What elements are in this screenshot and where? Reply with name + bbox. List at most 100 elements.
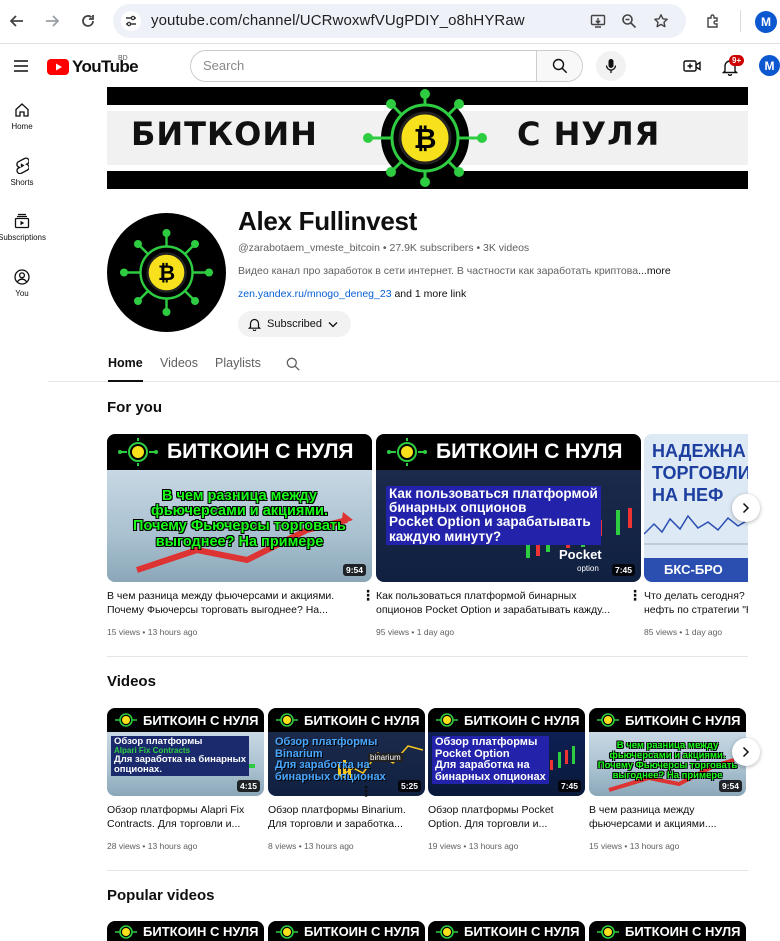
- install-app-icon[interactable]: [588, 11, 608, 31]
- tab-playlists[interactable]: Playlists: [215, 356, 261, 370]
- extensions-icon[interactable]: [702, 10, 724, 32]
- video-duration: 7:45: [611, 564, 635, 576]
- sidebar-item-shorts[interactable]: Shorts: [0, 157, 44, 187]
- video-title[interactable]: Обзор платформы Alapri Fix Contracts. Дл…: [107, 803, 257, 831]
- bitcoin-gear-icon: [597, 925, 619, 939]
- toolbar-divider: [740, 10, 741, 32]
- search-icon: [286, 357, 300, 371]
- video-title[interactable]: Обзор платформы Pocket Option. Для торго…: [428, 803, 573, 831]
- sidebar-item-label: Subscriptions: [0, 233, 47, 242]
- forward-icon[interactable]: [41, 10, 63, 32]
- bitcoin-gear-icon: [118, 438, 158, 466]
- video-thumbnail[interactable]: БИТКОИН С НУЛЯ: [107, 921, 264, 941]
- video-thumbnail[interactable]: БИТКОИН С НУЛЯ: [268, 921, 425, 941]
- banner-right-text: С НУЛЯ: [517, 115, 661, 153]
- you-icon: [14, 269, 30, 285]
- more-links[interactable]: and 1 more link: [394, 288, 466, 300]
- bitcoin-gear-icon: [436, 713, 458, 727]
- channel-description[interactable]: Видео канал про заработок в сети интерне…: [238, 265, 688, 277]
- next-button[interactable]: [732, 494, 760, 522]
- video-thumbnail[interactable]: БИТКОИН С НУЛЯ Обзор платформы Alpari Fi…: [107, 708, 264, 796]
- video-duration: 9:54: [718, 780, 742, 792]
- video-title[interactable]: В чем разница между фьючерсами и акциями…: [107, 589, 362, 617]
- banner-left-text: БИТКОИН: [131, 115, 318, 153]
- binarium-badge: binarium: [368, 753, 403, 762]
- thumbnail-caption: Обзор платформы Pocket Option Для зарабо…: [432, 736, 549, 785]
- back-icon[interactable]: [6, 10, 28, 32]
- video-title[interactable]: В чем разница между фьючерсами и акциями…: [589, 803, 734, 831]
- pocket-option-logo: Pocket option: [559, 547, 602, 573]
- video-thumbnail[interactable]: БИТКОИН С НУЛЯ Обзор платформы Binarium …: [268, 708, 425, 796]
- search-icon: [552, 58, 567, 74]
- section-title-popular: Popular videos: [107, 887, 215, 904]
- channel-name: Alex Fullinvest: [238, 206, 417, 236]
- description-text: Видео канал про заработок в сети интерне…: [238, 265, 639, 277]
- bookmark-star-icon[interactable]: [651, 11, 671, 31]
- video-meta: 85 views • 1 day ago: [644, 627, 723, 637]
- video-title[interactable]: Как пользоваться платформой бинарных опц…: [376, 589, 626, 617]
- video-thumbnail[interactable]: БИТКОИН С НУЛЯ Как пользоваться платформ…: [376, 434, 641, 582]
- video-thumbnail[interactable]: БИТКОИН С НУЛЯ Обзор платформы Pocket Op…: [428, 708, 585, 796]
- next-button[interactable]: [732, 738, 760, 766]
- bitcoin-gear-logo-icon: ₿: [363, 89, 487, 187]
- svg-text:₿: ₿: [158, 261, 175, 285]
- tab-home[interactable]: Home: [108, 356, 143, 370]
- sidebar-item-home[interactable]: Home: [0, 102, 44, 131]
- reload-icon[interactable]: [77, 10, 99, 32]
- video-thumbnail[interactable]: БИТКОИН С НУЛЯ: [589, 921, 746, 941]
- logo-text: YouTube: [72, 57, 139, 76]
- menu-icon[interactable]: [10, 56, 32, 76]
- subscribed-button[interactable]: Subscribed: [238, 311, 351, 337]
- subscriptions-icon: [14, 213, 30, 229]
- home-icon: [15, 103, 29, 117]
- video-thumbnail[interactable]: БИТКОИН С НУЛЯ: [428, 921, 585, 941]
- create-video-icon: [683, 60, 701, 72]
- search-button[interactable]: [536, 51, 582, 81]
- shorts-icon: [16, 157, 29, 174]
- video-thumbnail[interactable]: БИТКОИН С НУЛЯ В чем разница между фьюче…: [107, 434, 372, 582]
- more-actions-icon[interactable]: ⋮: [628, 588, 642, 602]
- more-actions-icon[interactable]: ⋮: [361, 588, 375, 602]
- search-input[interactable]: Search: [191, 51, 536, 81]
- video-duration: 5:25: [397, 780, 421, 792]
- thumbnail-caption: НАДЕЖНА ТОРГОВЛИ НА НЕФ: [652, 441, 748, 505]
- channel-links: zen.yandex.ru/mnogo_deneg_23 and 1 more …: [238, 288, 466, 300]
- bitcoin-gear-icon: [276, 925, 298, 939]
- video-meta: 19 views • 13 hours ago: [428, 841, 519, 851]
- channel-tabs: Home Videos Playlists: [48, 348, 780, 382]
- video-meta: 15 views • 13 hours ago: [589, 841, 680, 851]
- chevron-right-icon: [742, 502, 750, 514]
- bitcoin-gear-icon: [597, 713, 619, 727]
- browser-profile-avatar[interactable]: M: [755, 11, 777, 33]
- chevron-right-icon: [742, 746, 750, 758]
- channel-avatar[interactable]: ₿: [107, 213, 226, 332]
- more-actions-icon[interactable]: ⋮: [359, 784, 373, 798]
- sidebar-item-you[interactable]: You: [0, 269, 44, 298]
- youtube-logo-icon: [47, 59, 69, 75]
- video-thumbnail[interactable]: БИТКОИН С НУЛЯ В чем разница между фьюче…: [589, 708, 746, 796]
- address-bar[interactable]: youtube.com/channel/UCRwoxwfVUgPDIY_o8hH…: [113, 4, 686, 38]
- voice-search-button[interactable]: [596, 51, 626, 81]
- site-settings-icon[interactable]: [121, 11, 141, 31]
- video-duration: 7:45: [557, 780, 581, 792]
- video-duration: 4:15: [236, 780, 260, 792]
- create-button[interactable]: [680, 55, 704, 77]
- thumbnail-caption: Обзор платформы Alpari Fix Contracts Для…: [111, 736, 250, 777]
- video-title[interactable]: Обзор платформы Binarium. Для торговли и…: [268, 803, 413, 831]
- thumbnail-caption: В чем разница между фьючерсами и акциями…: [597, 740, 738, 781]
- video-duration: 9:54: [342, 564, 366, 576]
- more-link[interactable]: ...more: [638, 265, 671, 277]
- tab-videos[interactable]: Videos: [160, 356, 198, 370]
- bitcoin-gear-icon: [115, 925, 137, 939]
- account-avatar[interactable]: M: [759, 55, 780, 76]
- notifications-badge: 9+: [729, 55, 745, 66]
- zoom-icon[interactable]: [619, 11, 639, 31]
- channel-search-button[interactable]: [284, 355, 302, 373]
- sidebar-item-label: Shorts: [10, 178, 34, 187]
- video-meta: 8 views • 13 hours ago: [268, 841, 354, 851]
- bitcoin-gear-avatar-icon: ₿: [120, 229, 213, 316]
- sidebar-item-subscriptions[interactable]: Subscriptions: [0, 213, 47, 242]
- svg-text:₿: ₿: [414, 122, 437, 155]
- channel-external-link[interactable]: zen.yandex.ru/mnogo_deneg_23: [238, 288, 392, 300]
- video-title[interactable]: Что делать сегодня? нефть по стратегии "…: [644, 589, 748, 617]
